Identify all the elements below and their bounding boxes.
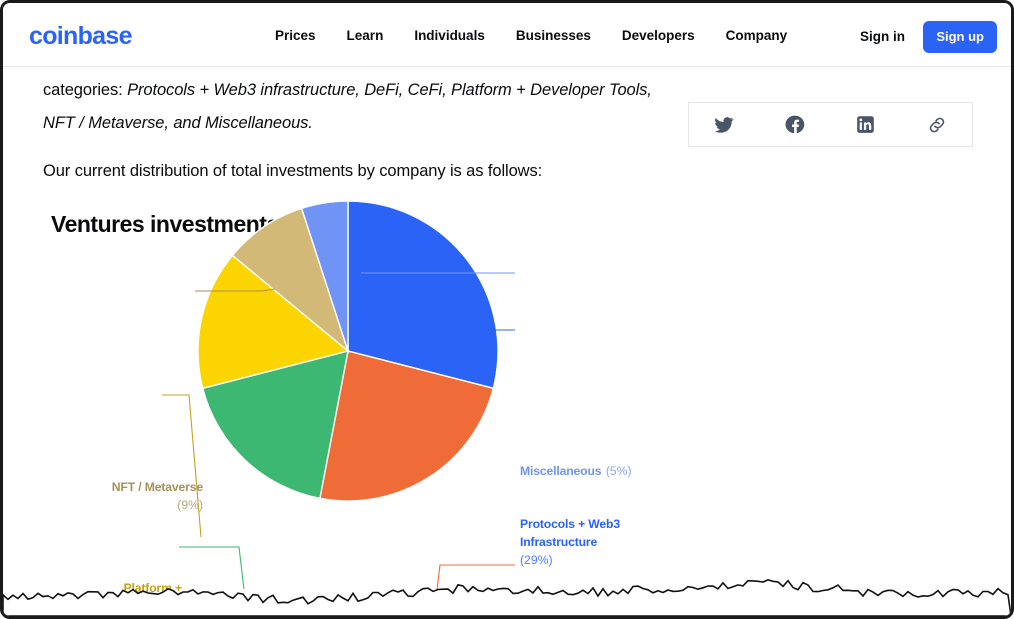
pie-label-platform: Platform + Developer Tools (15%) <box>3 579 183 616</box>
nav-link-company[interactable]: Company <box>726 27 788 45</box>
paragraph-categories-prefix: categories: <box>43 81 128 99</box>
share-toolbar <box>688 102 973 147</box>
sign-up-button[interactable]: Sign up <box>923 21 997 53</box>
nav-links: Prices Learn Individuals Businesses Deve… <box>275 27 787 45</box>
pie-label-protocols-pct: (29%) <box>520 553 553 567</box>
pie-label-miscellaneous-pct: (5%) <box>605 464 632 478</box>
pie-slices <box>197 200 499 502</box>
link-icon[interactable] <box>925 113 949 137</box>
pie-label-nft-pct: (9%) <box>177 498 203 512</box>
paragraph-distribution: Our current distribution of total invest… <box>43 162 543 180</box>
linkedin-icon[interactable] <box>854 113 878 137</box>
pie-label-platform-name: Platform + <box>123 581 183 595</box>
nav-link-prices[interactable]: Prices <box>275 27 316 45</box>
leader-line-defi <box>436 564 515 589</box>
pie-label-protocols-name: Protocols + Web3 <box>520 517 620 531</box>
nav-link-developers[interactable]: Developers <box>622 27 695 45</box>
nav-link-individuals[interactable]: Individuals <box>414 27 485 45</box>
pie-label-miscellaneous-name: Miscellaneous <box>520 464 602 478</box>
twitter-icon[interactable] <box>712 113 736 137</box>
pie-chart-svg <box>162 200 515 589</box>
coinbase-logo[interactable]: coinbase <box>29 23 132 49</box>
top-navigation-bar: coinbase Prices Learn Individuals Busine… <box>3 3 1011 67</box>
pie-label-miscellaneous: Miscellaneous (5%) <box>520 462 632 480</box>
page-root: but at the highest level we break down t… <box>0 0 1014 619</box>
leader-line-platform <box>162 394 202 538</box>
paragraph-categories-italic: Protocols + Web3 infrastructure, DeFi, C… <box>43 81 652 132</box>
pie-label-protocols-name2: Infrastructure <box>520 535 598 549</box>
pie-chart-figure: Ventures investments by category Miscell… <box>3 199 1011 613</box>
pie-label-platform-name2: Developer Tools <box>90 599 182 613</box>
pie-label-nft-name: NFT / Metaverse <box>111 480 203 494</box>
pie-label-nft: NFT / Metaverse (9%) <box>3 478 203 514</box>
leader-line-cefi <box>179 546 245 589</box>
nav-link-learn[interactable]: Learn <box>347 27 384 45</box>
pie-label-protocols: Protocols + Web3 Infrastructure (29%) <box>520 515 620 569</box>
sign-in-link[interactable]: Sign in <box>860 29 905 44</box>
nav-link-businesses[interactable]: Businesses <box>516 27 591 45</box>
facebook-icon[interactable] <box>783 113 807 137</box>
